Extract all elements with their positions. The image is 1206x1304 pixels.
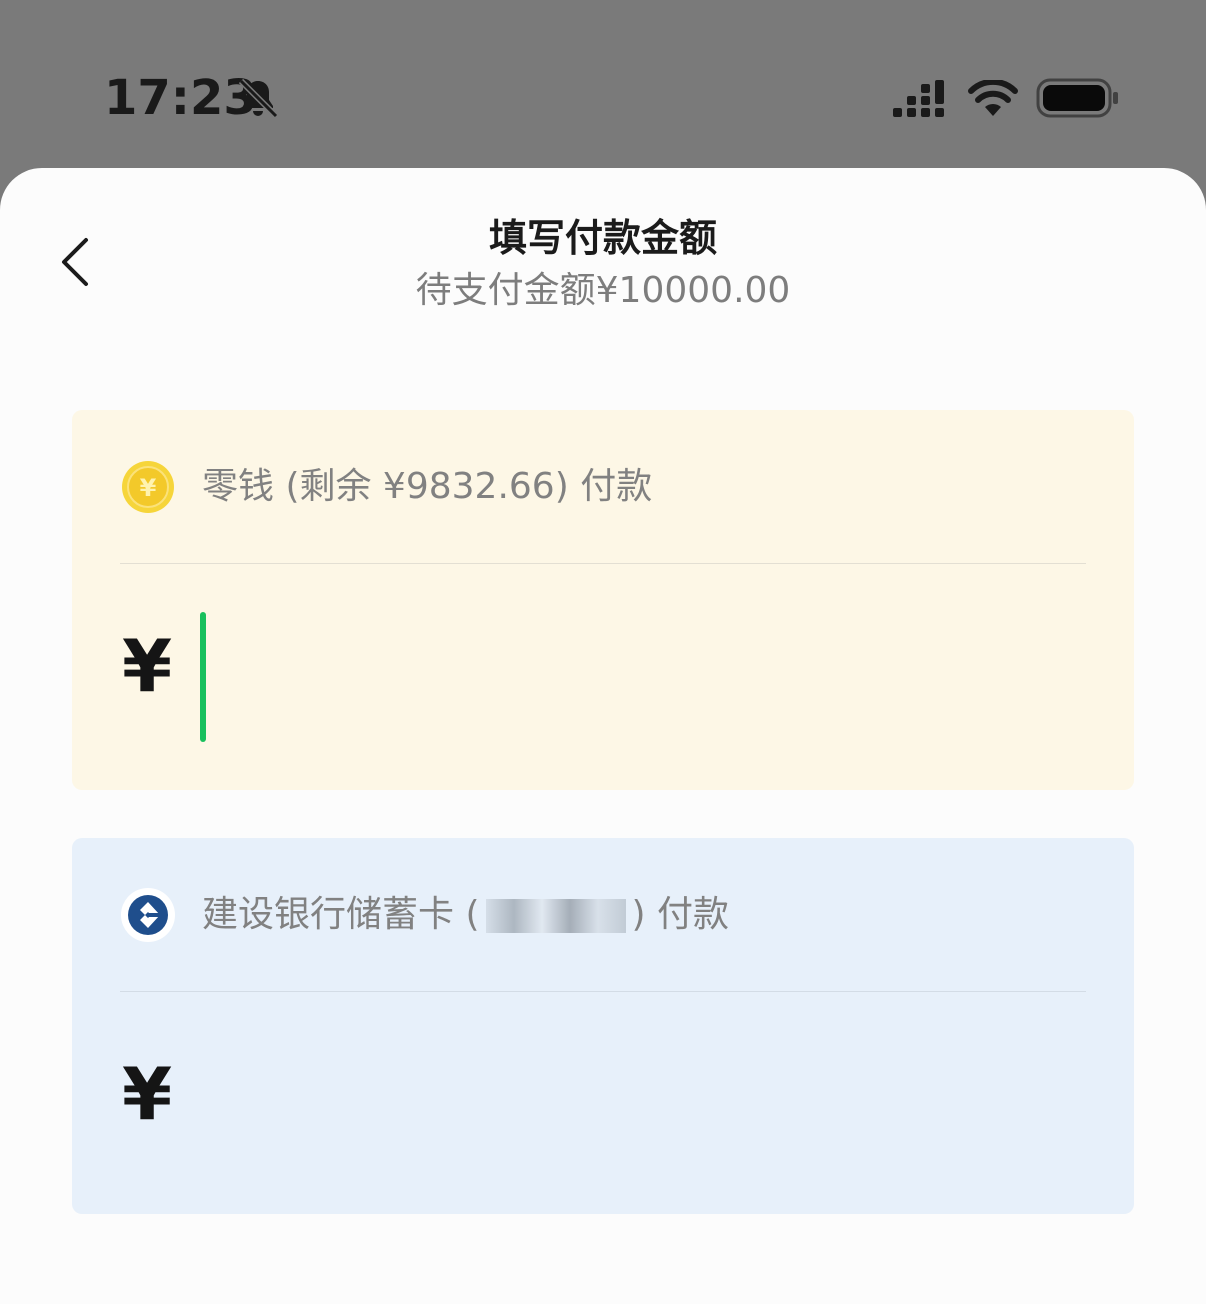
- status-time: 17:23: [104, 70, 257, 126]
- masked-card-number: [485, 899, 626, 933]
- bank-label-suffix: ) 付款: [631, 894, 730, 935]
- bell-slash-icon: [238, 78, 279, 119]
- bank-payment-card: 建设银行储蓄卡 ( ) 付款 ¥: [72, 838, 1134, 1214]
- svg-text:¥: ¥: [140, 474, 157, 502]
- coin-icon: ¥: [122, 461, 174, 513]
- battery-icon: [1036, 78, 1118, 118]
- bank-payment-label: 建设银行储蓄卡 ( ) 付款: [202, 892, 729, 938]
- bank-amount-input[interactable]: [192, 1030, 1076, 1172]
- bank-label-prefix: 建设银行储蓄卡 (: [202, 894, 480, 935]
- page-title: 填写付款金额: [488, 216, 717, 260]
- currency-symbol: ¥: [122, 1052, 173, 1136]
- change-amount-input[interactable]: [192, 604, 1076, 746]
- divider: [120, 991, 1086, 992]
- change-payment-header: ¥ 零钱 (剩余 ¥9832.66) 付款: [120, 458, 652, 516]
- amount-due: 待支付金额¥10000.00: [415, 270, 791, 311]
- ccb-bank-icon: [121, 888, 175, 942]
- divider: [120, 563, 1086, 564]
- bank-payment-header: 建设银行储蓄卡 ( ) 付款: [120, 886, 729, 944]
- status-bar: 17:23: [0, 0, 1206, 168]
- cellular-signal-icon: [893, 80, 944, 117]
- text-caret: [200, 612, 206, 742]
- wifi-icon: [968, 80, 1018, 116]
- payment-sheet: 填写付款金额 待支付金额¥10000.00 ¥ 零钱 (剩余 ¥9832.66)…: [0, 168, 1206, 1304]
- change-payment-label: 零钱 (剩余 ¥9832.66) 付款: [202, 466, 653, 507]
- currency-symbol: ¥: [122, 624, 173, 708]
- change-payment-card: ¥ 零钱 (剩余 ¥9832.66) 付款 ¥: [72, 410, 1134, 790]
